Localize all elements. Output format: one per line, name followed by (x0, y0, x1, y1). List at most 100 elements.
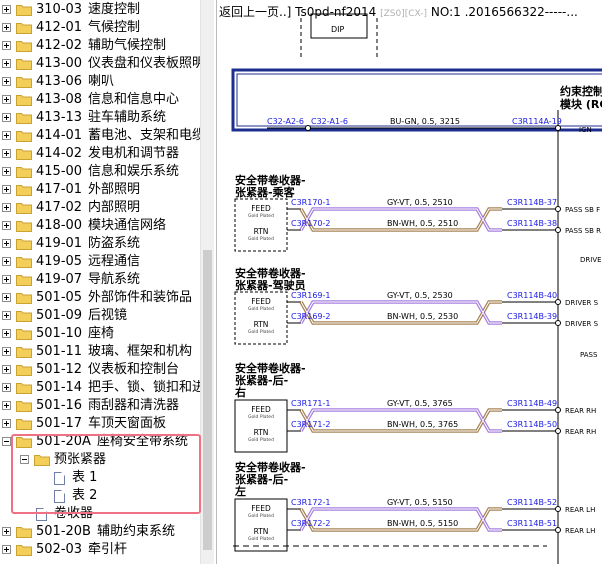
tree-item-text: 蓄电池、支架和电缆 (88, 128, 200, 143)
tree-item-label: 501-11 玻璃、框架和机构 (36, 343, 192, 361)
tree-item-text: 玻璃、框架和机构 (88, 344, 193, 359)
pin-label: IGN (579, 126, 592, 134)
expand-icon[interactable] (2, 383, 11, 392)
expand-icon[interactable] (2, 347, 11, 356)
folder-icon (16, 203, 32, 214)
document-icon (54, 472, 65, 485)
gold-label: Gold Plated (248, 437, 274, 443)
expand-icon[interactable] (2, 221, 11, 230)
expand-icon[interactable] (2, 275, 11, 284)
expand-icon[interactable] (2, 239, 11, 248)
tree-item-label: 502-03 牵引杆 (36, 541, 127, 559)
gold-label: Gold Plated (248, 536, 274, 542)
tree-item-text: 后视镜 (88, 308, 128, 323)
expand-icon[interactable] (2, 23, 11, 32)
expand-icon[interactable] (2, 365, 11, 374)
tree-item-label: 501-16 雨刮器和清洗器 (36, 397, 179, 415)
folder-icon (16, 185, 32, 196)
folder-icon (16, 347, 32, 358)
connector-label: C3R170-2 (291, 219, 330, 228)
connector-label: C3R114B-50 (507, 420, 557, 429)
gold-label: Gold Plated (248, 414, 274, 420)
expand-icon[interactable] (2, 527, 11, 536)
tree-scrollbar[interactable] (200, 0, 214, 564)
tree-item-code: 417-01 (36, 182, 83, 197)
wire-label: BN-WH, 0.5, 3765 (387, 420, 458, 429)
tree-item-code: 417-02 (36, 200, 83, 215)
folder-icon (16, 311, 32, 322)
tree-item-label: 501-12 仪表板和控制台 (36, 361, 179, 379)
connector-label: C3R114B-38 (507, 219, 557, 228)
folder-icon (16, 275, 32, 286)
expand-icon[interactable] (2, 329, 11, 338)
expand-icon[interactable] (2, 167, 11, 176)
expand-icon[interactable] (2, 203, 11, 212)
folder-icon (16, 545, 32, 556)
folder-icon (16, 221, 32, 232)
group-title: 左 (234, 484, 246, 498)
tree-item-text: 导航系统 (88, 272, 141, 287)
tree-panel: 310-03 速度控制 412-01 气候控制 412-02 辅助气候控制 413-00 仪表… (0, 0, 200, 564)
expand-icon[interactable] (2, 95, 11, 104)
module-side-label: DRIVE (580, 256, 602, 264)
rtn-label: RTN (254, 227, 269, 236)
gold-label: Gold Plated (248, 236, 274, 242)
tree-item-label: 卷收器 (54, 505, 93, 523)
tree-item-label: 501-17 车顶天窗面板 (36, 415, 166, 433)
tree-item-code: 501-12 (36, 362, 83, 377)
expand-icon[interactable] (2, 131, 11, 140)
scrollbar-thumb[interactable] (203, 250, 212, 550)
expand-icon[interactable] (2, 41, 11, 50)
expand-icon[interactable] (2, 311, 11, 320)
tree-item-code: 413-13 (36, 110, 83, 125)
tree-item-label: 414-01 蓄电池、支架和电缆 (36, 127, 200, 145)
folder-icon (16, 239, 32, 250)
pin-label: REAR RH (565, 428, 596, 436)
module-side-label: PASS (580, 351, 598, 359)
group-title: 张紧器-乘客 (235, 185, 296, 199)
connector-pin (555, 227, 561, 233)
expand-icon[interactable] (2, 401, 11, 410)
connector-label: C32-A1-6 (311, 117, 348, 126)
tree-item-label: 413-06 喇叭 (36, 73, 114, 91)
collapse-icon[interactable] (2, 437, 11, 446)
tree-item-label: 预张紧器 (54, 451, 106, 469)
expand-icon[interactable] (2, 149, 11, 158)
folder-icon (16, 419, 32, 430)
tree-item-text: 雨刮器和清洗器 (88, 398, 180, 413)
expand-icon[interactable] (2, 113, 11, 122)
rtn-label: RTN (254, 428, 269, 437)
expand-icon[interactable] (2, 185, 11, 194)
tree-item-label: 419-05 远程通信 (36, 253, 140, 271)
expand-icon[interactable] (2, 419, 11, 428)
expand-icon[interactable] (2, 545, 11, 554)
expand-icon[interactable] (2, 59, 11, 68)
connector-label: C3R171-2 (291, 420, 330, 429)
pin-label: PASS SB F (565, 206, 600, 214)
tree-item-label: 501-09 后视镜 (36, 307, 127, 325)
expand-icon[interactable] (2, 5, 11, 14)
tree-item-label: 501-20A 座椅安全带系统 (36, 433, 188, 451)
wire-label: GY-VT, 0.5, 2510 (387, 198, 453, 207)
gold-label: Gold Plated (248, 513, 274, 519)
module-title: 约束控制 (560, 84, 602, 98)
feed-label: FEED (251, 204, 271, 213)
group-title: 张紧器-后- (235, 472, 288, 486)
tree-item-label: 413-13 驻车辅助系统 (36, 109, 166, 127)
tree-item-label: 418-00 模块通信网络 (36, 217, 166, 235)
pin-label: REAR RH (565, 407, 596, 415)
connector-label: C3R114B-52 (507, 498, 557, 507)
tree-item-label: 413-08 信息和信息中心 (36, 91, 179, 109)
tree-item-code: 501-11 (36, 344, 83, 359)
group-title: 张紧器-驾驶员 (235, 278, 306, 292)
collapse-icon[interactable] (20, 455, 29, 464)
expand-icon[interactable] (2, 257, 11, 266)
expand-icon[interactable] (2, 293, 11, 302)
gold-label: Gold Plated (248, 329, 274, 335)
tree-item-text: 远程通信 (88, 254, 141, 269)
expand-icon[interactable] (2, 77, 11, 86)
folder-icon (16, 257, 32, 268)
wire-label: GY-VT, 0.5, 5150 (387, 498, 453, 507)
tree-item-text: 喇叭 (88, 74, 115, 89)
connector-label: C3R171-1 (291, 399, 330, 408)
